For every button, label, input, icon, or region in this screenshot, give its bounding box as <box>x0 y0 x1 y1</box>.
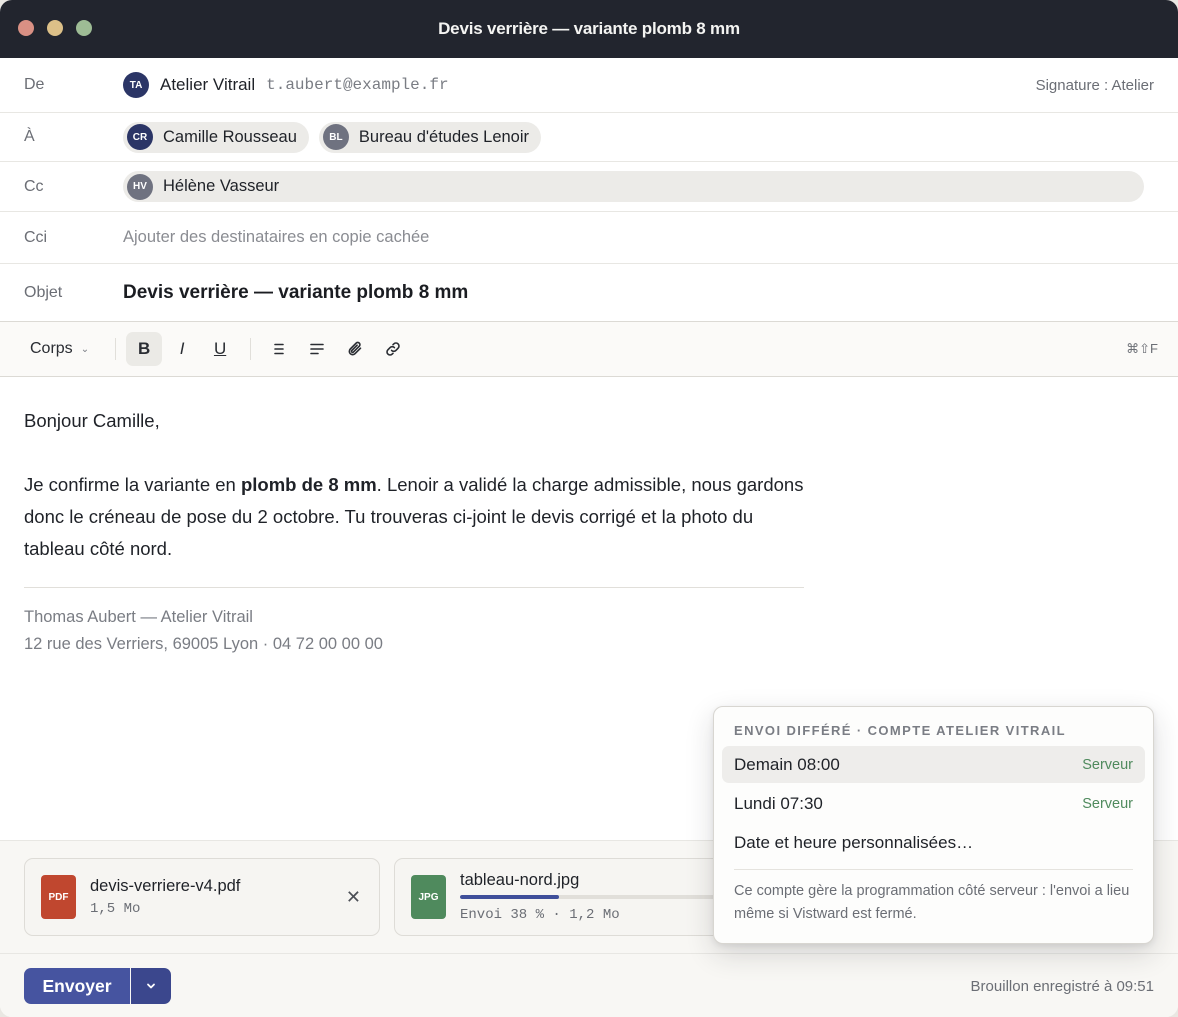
schedule-option-custom[interactable]: Date et heure personnalisées… <box>722 824 1145 861</box>
format-shortcut: ⌘⇧F <box>1126 341 1158 356</box>
attachment-card[interactable]: PDF devis-verriere-v4.pdf 1,5 Mo ✕ <box>24 858 380 936</box>
to-label: À <box>24 128 35 145</box>
cc-label: Cc <box>24 177 44 195</box>
recipient-name: Bureau d'études Lenoir <box>358 127 530 146</box>
attachment-card[interactable]: JPG tableau-nord.jpg Envoi 38 % · 1,2 Mo <box>394 858 724 936</box>
bcc-label: Cci <box>24 228 48 246</box>
insert-link-button[interactable] <box>375 332 411 366</box>
chevron-down-icon: ⌄ <box>80 343 90 355</box>
window-controls <box>18 20 92 36</box>
chevron-down-icon <box>147 983 155 989</box>
schedule-note: Ce compte gère la programmation côté ser… <box>734 883 1130 922</box>
attach-file-button[interactable] <box>337 332 373 366</box>
attachment-info: tableau-nord.jpg Envoi 38 % · 1,2 Mo <box>460 871 720 923</box>
recipient-name: Hélène Vasseur <box>163 177 280 195</box>
upload-progress-fill <box>460 895 559 899</box>
remove-attachment-icon[interactable]: ✕ <box>346 887 361 908</box>
recipient-name: Camille Rousseau <box>163 127 297 146</box>
toolbar-divider <box>115 338 117 360</box>
send-options-button[interactable] <box>131 968 171 1004</box>
underline-button[interactable]: U <box>202 332 238 366</box>
schedule-option-label: Date et heure personnalisées… <box>734 832 974 852</box>
bcc-input[interactable]: Ajouter des destinataires en copie caché… <box>123 228 429 247</box>
avatar: HV <box>127 173 153 200</box>
schedule-option-label: Demain 08:00 <box>734 754 840 774</box>
recipient-chip[interactable]: CR Camille Rousseau <box>123 121 309 153</box>
body-text: Je confirme la variante en <box>24 474 241 495</box>
schedule-option-monday[interactable]: Lundi 07:30 Serveur <box>722 785 1145 822</box>
upload-status: Envoi 38 % · 1,2 Mo <box>460 907 620 923</box>
paragraph-style-select[interactable]: Corps ⌄ <box>30 340 89 358</box>
signature-selector[interactable]: Signature : Atelier <box>1036 77 1154 94</box>
from-email[interactable]: t.aubert@example.fr <box>266 76 448 94</box>
attachment-size: 1,5 Mo <box>90 901 141 917</box>
format-toolbar: Corps ⌄ B I U ⌘⇧F <box>0 322 1178 377</box>
cc-row: Cc HV Hélène Vasseur <box>0 162 1178 212</box>
bullet-list-icon <box>274 343 284 355</box>
popover-divider <box>734 869 1133 870</box>
align-left-icon <box>310 343 324 355</box>
schedule-send-popover: Envoi différé · compte Atelier Vitrail D… <box>713 706 1154 944</box>
attachment-name: tableau-nord.jpg <box>460 871 580 889</box>
compose-footer: Envoyer Brouillon enregistré à 09:51 <box>0 953 1178 1017</box>
zoom-window-button[interactable] <box>76 20 92 36</box>
recipient-chip[interactable]: BL Bureau d'études Lenoir <box>318 121 542 153</box>
greeting-text: Bonjour Camille, <box>24 410 160 431</box>
send-button[interactable]: Envoyer <box>24 968 130 1004</box>
pdf-file-icon: PDF <box>41 875 76 919</box>
avatar: CR <box>127 124 153 150</box>
signature-name: Thomas Aubert — Atelier Vitrail <box>24 608 253 626</box>
from-avatar: TA <box>123 72 149 98</box>
body-paragraph: Je confirme la variante en plomb de 8 mm… <box>24 469 804 565</box>
attachment-info: devis-verriere-v4.pdf 1,5 Mo <box>90 877 240 917</box>
recipient-chip[interactable]: HV Hélène Vasseur <box>123 171 1144 202</box>
close-window-button[interactable] <box>18 20 34 36</box>
signature-divider <box>24 587 804 588</box>
from-name[interactable]: Atelier Vitrail <box>160 75 255 95</box>
schedule-option-label: Lundi 07:30 <box>734 793 823 813</box>
signature-address: 12 rue des Verriers, 69005 Lyon · 04 72 … <box>24 635 383 653</box>
italic-button[interactable]: I <box>164 332 200 366</box>
subject-row: Objet Devis verrière — variante plomb 8 … <box>0 264 1178 322</box>
server-badge: Serveur <box>1082 756 1133 773</box>
schedule-heading: Envoi différé · compte Atelier Vitrail <box>734 723 1066 738</box>
link-icon <box>386 342 400 356</box>
window-title: Devis verrière — variante plomb 8 mm <box>438 19 740 38</box>
server-badge: Serveur <box>1082 795 1133 812</box>
jpg-file-icon: JPG <box>411 875 446 919</box>
paragraph-style-label: Corps <box>30 340 73 357</box>
subject-input[interactable]: Devis verrière — variante plomb 8 mm <box>123 282 468 304</box>
body-bold-text: plomb de 8 mm <box>240 474 377 495</box>
draft-saved-status: Brouillon enregistré à 09:51 <box>970 978 1154 995</box>
minimize-window-button[interactable] <box>47 20 63 36</box>
from-row: De TA Atelier Vitrail t.aubert@example.f… <box>0 58 1178 113</box>
title-bar: Devis verrière — variante plomb 8 mm <box>0 0 1178 58</box>
toolbar-divider <box>250 338 252 360</box>
send-button-group: Envoyer <box>24 968 171 1004</box>
bullet-list-button[interactable] <box>261 332 297 366</box>
bcc-row: Cci Ajouter des destinataires en copie c… <box>0 212 1178 264</box>
from-label: De <box>24 76 45 93</box>
attachment-name: devis-verriere-v4.pdf <box>90 877 241 895</box>
avatar: BL <box>322 124 349 150</box>
upload-progress-bar <box>460 895 720 899</box>
compose-window: Devis verrière — variante plomb 8 mm De … <box>0 0 1178 1017</box>
to-row: À CR Camille Rousseau BL Bureau d'études… <box>0 113 1178 162</box>
align-left-button[interactable] <box>299 332 335 366</box>
bold-button[interactable]: B <box>126 332 163 366</box>
paperclip-icon <box>348 341 362 356</box>
subject-label: Objet <box>24 283 63 301</box>
schedule-option-tomorrow[interactable]: Demain 08:00 Serveur <box>722 746 1145 783</box>
